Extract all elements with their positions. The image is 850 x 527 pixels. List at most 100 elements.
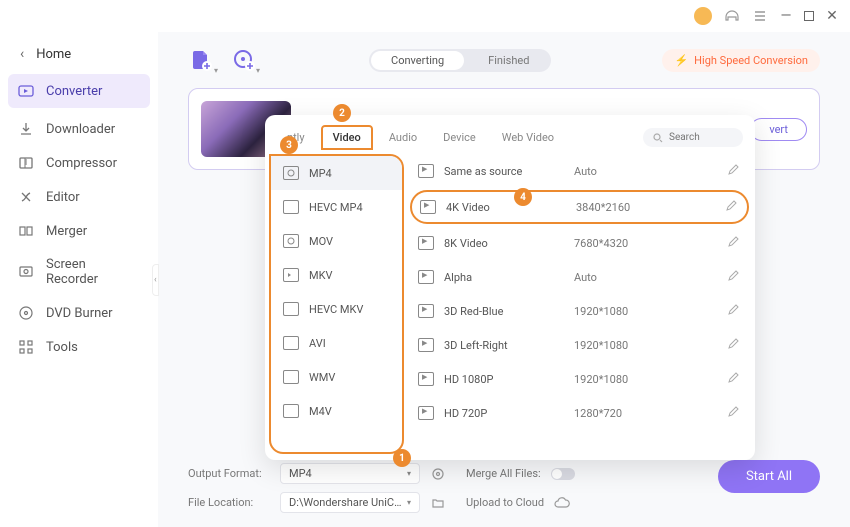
file-location-select[interactable]: D:\Wondershare UniConverter 1 ▾ (280, 492, 420, 513)
seg-finished[interactable]: Finished (466, 49, 551, 72)
res-hd-1080p[interactable]: HD 1080P1920*1080 (404, 362, 755, 396)
nav-compressor[interactable]: Compressor (0, 146, 158, 180)
edit-icon[interactable] (727, 270, 741, 284)
seg-converting[interactable]: Converting (371, 51, 464, 70)
edit-icon[interactable] (727, 304, 741, 318)
nav-tools[interactable]: Tools (0, 330, 158, 364)
nav-label: Compressor (46, 156, 117, 171)
edit-icon[interactable] (725, 200, 739, 214)
tab-audio[interactable]: Audio (379, 127, 427, 148)
nav-label: Tools (46, 340, 78, 355)
search-icon (653, 133, 663, 143)
collapse-handle[interactable]: ‹ (152, 264, 159, 296)
convert-button[interactable]: vert (750, 118, 807, 141)
format-search[interactable] (643, 128, 743, 147)
video-icon (418, 270, 434, 284)
start-all-button[interactable]: Start All (718, 460, 820, 493)
tools-icon (18, 339, 34, 355)
video-icon (283, 370, 299, 384)
hsc-label: High Speed Conversion (694, 54, 808, 67)
video-icon (283, 200, 299, 214)
res-alpha[interactable]: AlphaAuto (404, 260, 755, 294)
compressor-icon (18, 155, 34, 171)
topbar: ▾ ▾ Converting Finished ⚡ High Speed Con… (188, 46, 820, 74)
format-wmv[interactable]: WMV (271, 360, 402, 394)
folder-icon[interactable] (430, 495, 446, 511)
res-3d-left-right[interactable]: 3D Left-Right1920*1080 (404, 328, 755, 362)
cloud-icon[interactable] (554, 495, 570, 511)
res-4k[interactable]: 4K Video3840*2160 (410, 190, 749, 224)
chevron-down-icon: ▾ (214, 66, 218, 75)
resolution-list: Same as sourceAuto 4K Video3840*2160 8K … (404, 150, 755, 460)
video-icon (283, 302, 299, 316)
nav-editor[interactable]: Editor (0, 180, 158, 214)
video-icon (418, 406, 434, 420)
format-m4v[interactable]: M4V (271, 394, 402, 428)
format-hevc-mkv[interactable]: HEVC MKV (271, 292, 402, 326)
edit-icon[interactable] (727, 372, 741, 386)
back-icon: ‹ (20, 46, 24, 62)
format-mkv[interactable]: MKV (271, 258, 402, 292)
tab-device[interactable]: Device (433, 127, 486, 148)
menu-icon[interactable] (752, 8, 768, 24)
nav-screen-recorder[interactable]: Screen Recorder (0, 248, 158, 296)
edit-icon[interactable] (727, 164, 741, 178)
format-dropdown: ntly Video Audio Device Web Video MP4 HE… (265, 115, 755, 460)
nav-converter[interactable]: Converter (8, 74, 150, 108)
nav-label: Downloader (46, 122, 115, 137)
close-button[interactable]: ✕ (826, 10, 838, 22)
chevron-down-icon: ▾ (407, 498, 411, 507)
res-3d-red-blue[interactable]: 3D Red-Blue1920*1080 (404, 294, 755, 328)
tab-webvideo[interactable]: Web Video (492, 127, 564, 148)
minimize-button[interactable]: — (780, 10, 792, 22)
merge-label: Merge All Files: (466, 467, 541, 480)
chevron-down-icon: ▾ (407, 469, 411, 478)
high-speed-badge[interactable]: ⚡ High Speed Conversion (662, 49, 820, 72)
headset-icon[interactable] (724, 8, 740, 24)
annotation-badge-1: 1 (393, 449, 411, 467)
tab-video[interactable]: Video (321, 125, 373, 150)
res-hd-720p[interactable]: HD 720P1280*720 (404, 396, 755, 430)
annotation-badge-4: 4 (514, 188, 532, 206)
nav-dvd-burner[interactable]: DVD Burner (0, 296, 158, 330)
annotation-badge-3: 3 (280, 136, 298, 154)
merger-icon (18, 223, 34, 239)
nav-home-label: Home (36, 47, 71, 62)
video-icon (418, 164, 434, 178)
res-8k[interactable]: 8K Video7680*4320 (404, 226, 755, 260)
add-file-button[interactable]: ▾ (188, 46, 216, 74)
maximize-button[interactable] (804, 11, 814, 21)
edit-icon[interactable] (727, 338, 741, 352)
nav-label: Converter (46, 84, 102, 99)
editor-icon (18, 189, 34, 205)
output-format-value: MP4 (289, 467, 312, 480)
nav-merger[interactable]: Merger (0, 214, 158, 248)
gear-icon[interactable] (430, 466, 446, 482)
format-mov[interactable]: MOV (271, 224, 402, 258)
upload-label: Upload to Cloud (466, 496, 544, 509)
format-hevc-mp4[interactable]: HEVC MP4 (271, 190, 402, 224)
nav-downloader[interactable]: Downloader (0, 112, 158, 146)
edit-icon[interactable] (727, 236, 741, 250)
footer: Output Format: MP4 ▾ Merge All Files: Fi… (188, 459, 820, 517)
user-avatar[interactable] (694, 7, 712, 25)
video-icon (283, 336, 299, 350)
chevron-down-icon: ▾ (256, 66, 260, 75)
video-icon (283, 404, 299, 418)
file-location-label: File Location: (188, 496, 270, 509)
search-input[interactable] (669, 132, 729, 143)
video-icon (418, 338, 434, 352)
video-icon (420, 200, 436, 214)
add-disc-button[interactable]: ▾ (230, 46, 258, 74)
nav-home[interactable]: ‹ Home (0, 38, 158, 70)
edit-icon[interactable] (727, 406, 741, 420)
format-avi[interactable]: AVI (271, 326, 402, 360)
video-icon (283, 234, 299, 248)
format-mp4[interactable]: MP4 (271, 156, 402, 190)
file-location-value: D:\Wondershare UniConverter 1 (289, 496, 407, 509)
converter-icon (18, 83, 34, 99)
merge-toggle[interactable] (551, 468, 575, 480)
video-icon (418, 304, 434, 318)
res-same-as-source[interactable]: Same as sourceAuto (404, 154, 755, 188)
video-icon (283, 166, 299, 180)
